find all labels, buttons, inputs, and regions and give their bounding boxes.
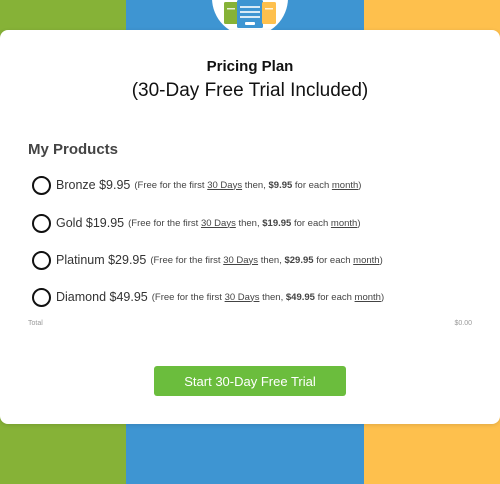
product-option-gold[interactable]: Gold $19.95 (Free for the first 30 Days … (32, 211, 361, 235)
radio-button[interactable] (32, 250, 51, 270)
days-link[interactable]: 30 Days (223, 255, 258, 266)
section-title: My Products (28, 141, 119, 158)
month-link[interactable]: month (332, 180, 358, 191)
product-name: Bronze $9.95 (56, 178, 131, 192)
product-name: Gold $19.95 (56, 216, 125, 230)
product-option-bronze[interactable]: Bronze $9.95 (Free for the first 30 Days… (32, 173, 361, 197)
page-title: Pricing Plan (206, 58, 294, 75)
radio-button[interactable] (32, 175, 51, 195)
product-terms: (Free for the first 30 Days then, $19.95… (128, 217, 361, 229)
pricing-logo-icon (224, 0, 276, 28)
product-terms: (Free for the first 30 Days then, $9.95 … (134, 179, 362, 191)
days-link[interactable]: 30 Days (225, 292, 260, 303)
page-subtitle: (30-Day Free Trial Included) (131, 80, 369, 101)
product-name: Diamond $49.95 (56, 290, 148, 304)
pricing-card: Pricing Plan (30-Day Free Trial Included… (0, 30, 500, 424)
product-option-platinum[interactable]: Platinum $29.95 (Free for the first 30 D… (32, 248, 383, 272)
product-name: Platinum $29.95 (56, 253, 147, 267)
month-link[interactable]: month (355, 292, 381, 303)
days-link[interactable]: 30 Days (201, 218, 236, 229)
radio-button[interactable] (32, 213, 51, 233)
product-terms: (Free for the first 30 Days then, $29.95… (150, 254, 383, 266)
month-link[interactable]: month (331, 218, 357, 229)
radio-button[interactable] (32, 287, 51, 307)
total-label: Total (28, 320, 43, 327)
product-terms: (Free for the first 30 Days then, $49.95… (151, 291, 385, 303)
start-free-trial-button[interactable]: Start 30-Day Free Trial (154, 366, 346, 396)
product-option-diamond[interactable]: Diamond $49.95 (Free for the first 30 Da… (32, 285, 384, 309)
days-link[interactable]: 30 Days (207, 180, 242, 191)
month-link[interactable]: month (353, 255, 379, 266)
total-value: $0.00 (454, 320, 472, 327)
